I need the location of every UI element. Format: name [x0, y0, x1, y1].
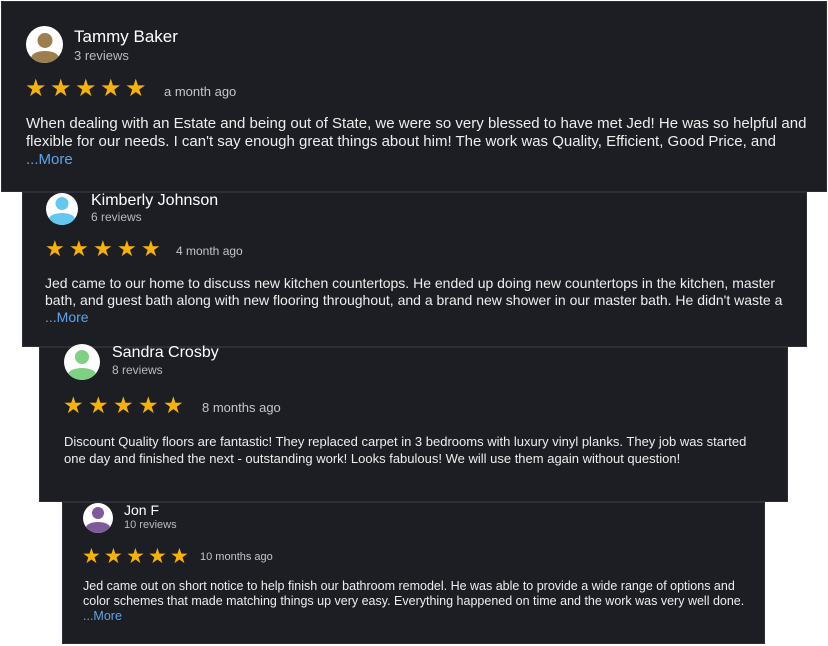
avatar-head: [37, 33, 52, 48]
star-icon: ★: [82, 545, 101, 568]
avatar[interactable]: [83, 503, 113, 533]
avatar-body: [86, 522, 110, 533]
more-link[interactable]: ...More: [45, 309, 89, 325]
review-time: 8 months ago: [202, 400, 281, 415]
avatar[interactable]: [64, 344, 100, 380]
review-time: a month ago: [164, 84, 237, 99]
more-link[interactable]: ...More: [83, 609, 122, 623]
star-icon: ★: [148, 545, 167, 568]
review-text: Jed came to our home to discuss new kitc…: [45, 275, 795, 326]
star-rating: ★ ★ ★ ★ ★: [63, 394, 188, 417]
review-text: Jed came out on short notice to help fin…: [83, 579, 753, 624]
avatar-body: [68, 368, 96, 380]
star-icon: ★: [88, 392, 109, 418]
review-time: 10 months ago: [200, 551, 273, 563]
star-icon: ★: [170, 545, 189, 568]
review-card: Tammy Baker 3 reviews ★ ★ ★ ★ ★ a month ago …: [1, 1, 827, 192]
review-body: Jed came out on short notice to help fin…: [83, 579, 745, 608]
star-icon: ★: [126, 545, 145, 568]
avatar[interactable]: [26, 26, 63, 63]
star-icon: ★: [45, 236, 65, 261]
review-text: When dealing with an Estate and being ou…: [26, 115, 812, 169]
reviewer-name[interactable]: Kimberly Johnson: [91, 192, 218, 210]
more-link[interactable]: ...More: [26, 151, 73, 168]
star-icon: ★: [25, 75, 47, 102]
review-count: 10 reviews: [124, 519, 177, 531]
review-card: Jon F 10 reviews ★ ★ ★ ★ ★ 10 months ago Jed…: [62, 502, 765, 644]
star-icon: ★: [138, 392, 159, 418]
star-rating: ★ ★ ★ ★ ★: [25, 77, 150, 101]
review-card: Kimberly Johnson 6 reviews ★ ★ ★ ★ ★ 4 month…: [22, 192, 807, 347]
review-count: 6 reviews: [91, 210, 142, 224]
star-icon: ★: [63, 392, 84, 418]
reviewer-name[interactable]: Tammy Baker: [74, 27, 178, 47]
review-body: Discount Quality floors are fantastic! T…: [64, 434, 747, 466]
review-time: 4 month ago: [176, 244, 243, 258]
avatar-body: [49, 213, 75, 225]
avatar-head: [92, 507, 104, 519]
star-icon: ★: [141, 236, 161, 261]
avatar-head: [75, 350, 89, 364]
star-icon: ★: [75, 75, 97, 102]
star-icon: ★: [100, 75, 122, 102]
review-count: 8 reviews: [112, 363, 163, 377]
avatar[interactable]: [46, 193, 78, 225]
review-body: When dealing with an Estate and being ou…: [26, 115, 807, 150]
avatar-body: [30, 51, 59, 63]
star-icon: ★: [104, 545, 123, 568]
review-card: Sandra Crosby 8 reviews ★ ★ ★ ★ ★ 8 months a…: [39, 344, 788, 502]
star-rating: ★ ★ ★ ★ ★: [82, 546, 192, 567]
star-icon: ★: [125, 75, 147, 102]
star-icon: ★: [50, 75, 72, 102]
reviewer-name[interactable]: Sandra Crosby: [112, 344, 219, 362]
star-icon: ★: [163, 392, 184, 418]
star-icon: ★: [69, 236, 89, 261]
review-count: 3 reviews: [74, 48, 129, 63]
star-rating: ★ ★ ★ ★ ★: [45, 238, 165, 260]
star-icon: ★: [93, 236, 113, 261]
reviewer-name[interactable]: Jon F: [124, 502, 159, 518]
star-icon: ★: [117, 236, 137, 261]
star-icon: ★: [113, 392, 134, 418]
avatar-head: [55, 197, 69, 210]
review-text: Discount Quality floors are fantastic! T…: [64, 433, 764, 467]
review-body: Jed came to our home to discuss new kitc…: [45, 275, 783, 308]
